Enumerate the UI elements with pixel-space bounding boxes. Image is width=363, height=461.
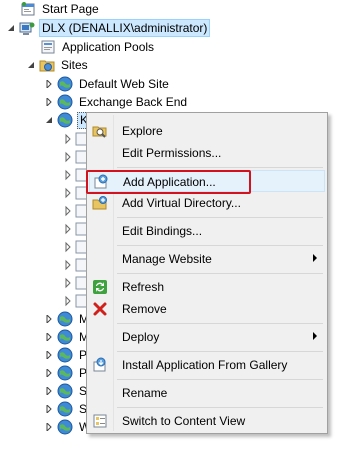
- tree-item-exchange-back-end[interactable]: Exchange Back End: [44, 93, 189, 111]
- tree-item-site[interactable]: M: [44, 310, 91, 328]
- menu-separator: [117, 379, 323, 380]
- remove-x-icon: [92, 301, 108, 317]
- menu-item-label: Explore: [122, 124, 163, 138]
- menu-item-switch-content-view[interactable]: Switch to Content View: [89, 410, 325, 432]
- menu-item-edit-permissions[interactable]: Edit Permissions...: [89, 142, 325, 164]
- tree-item-site[interactable]: S: [44, 382, 89, 400]
- menu-item-label: Manage Website: [122, 252, 212, 266]
- globe-icon: [57, 329, 73, 345]
- expand-triangle-icon[interactable]: [44, 418, 54, 436]
- add-virtual-directory-icon: [92, 195, 108, 211]
- gallery-install-icon: [92, 357, 108, 373]
- menu-item-install-from-gallery[interactable]: Install Application From Gallery: [89, 354, 325, 376]
- globe-icon: [57, 365, 73, 381]
- menu-separator: [117, 323, 323, 324]
- submenu-arrow-icon: [313, 332, 317, 340]
- menu-item-refresh[interactable]: Refresh: [89, 276, 325, 298]
- tree-label-exchange-back-end: Exchange Back End: [79, 95, 188, 109]
- menu-item-label: Edit Bindings...: [122, 224, 203, 238]
- tree-label-server: DLX (DENALLIX\administrator): [39, 19, 211, 37]
- collapse-triangle-icon[interactable]: [44, 111, 54, 129]
- tree-item-server[interactable]: DLX (DENALLIX\administrator): [6, 19, 211, 37]
- menu-separator: [117, 217, 323, 218]
- context-menu: Explore Edit Permissions... Add Applicat…: [86, 112, 328, 434]
- menu-item-label: Rename: [122, 386, 168, 400]
- tree-label-default-web-site: Default Web Site: [79, 77, 169, 91]
- expand-triangle-icon[interactable]: [44, 400, 54, 418]
- expand-triangle-icon[interactable]: [44, 328, 54, 346]
- tree-item-site[interactable]: P: [44, 346, 89, 364]
- collapse-triangle-icon[interactable]: [6, 19, 16, 37]
- refresh-icon: [92, 279, 108, 295]
- server-icon: [19, 20, 35, 36]
- menu-separator: [117, 167, 323, 168]
- tree-item-site[interactable]: S: [44, 400, 89, 418]
- globe-icon: [57, 94, 73, 110]
- menu-separator: [117, 245, 323, 246]
- menu-item-label: Refresh: [122, 280, 165, 294]
- tree-item-site[interactable]: P: [44, 364, 89, 382]
- start-page-icon: [20, 1, 36, 17]
- expand-triangle-icon[interactable]: [44, 93, 54, 111]
- globe-icon: [57, 311, 73, 327]
- tree-item-default-web-site[interactable]: Default Web Site: [44, 75, 171, 93]
- menu-item-label: Deploy: [122, 330, 160, 344]
- globe-icon: [57, 112, 73, 128]
- explore-icon: [92, 123, 108, 139]
- menu-item-label: Install Application From Gallery: [122, 358, 288, 372]
- menu-item-rename[interactable]: Rename: [89, 382, 325, 404]
- menu-item-label: Add Virtual Directory...: [122, 196, 241, 210]
- menu-item-label: Remove: [122, 302, 167, 316]
- menu-item-remove[interactable]: Remove: [89, 298, 325, 320]
- menu-separator: [117, 273, 323, 274]
- menu-item-add-virtual-directory[interactable]: Add Virtual Directory...: [89, 192, 325, 214]
- menu-item-explore[interactable]: Explore: [89, 120, 325, 142]
- expand-triangle-icon[interactable]: [44, 364, 54, 382]
- globe-icon: [57, 347, 73, 363]
- tree-item-start-page[interactable]: Start Page: [20, 0, 101, 18]
- submenu-arrow-icon: [313, 254, 317, 262]
- tree-item-sites[interactable]: Sites: [26, 56, 90, 74]
- globe-icon: [57, 401, 73, 417]
- globe-icon: [57, 419, 73, 435]
- tree-label-sites: Sites: [61, 58, 88, 72]
- sites-folder-icon: [39, 57, 55, 73]
- tree-label-app-pools: Application Pools: [62, 40, 155, 54]
- menu-item-edit-bindings[interactable]: Edit Bindings...: [89, 220, 325, 242]
- expand-triangle-icon[interactable]: [44, 310, 54, 328]
- expand-triangle-icon[interactable]: [44, 75, 54, 93]
- collapse-triangle-icon[interactable]: [26, 56, 36, 74]
- app-pools-icon: [40, 39, 56, 55]
- menu-separator: [117, 407, 323, 408]
- globe-icon: [57, 76, 73, 92]
- menu-item-deploy[interactable]: Deploy: [89, 326, 325, 348]
- globe-icon: [57, 383, 73, 399]
- menu-item-label: Edit Permissions...: [122, 146, 222, 160]
- tree-item-app-pools[interactable]: Application Pools: [40, 38, 156, 56]
- expand-triangle-icon[interactable]: [44, 382, 54, 400]
- tree-item-site[interactable]: M: [44, 328, 91, 346]
- content-view-icon: [92, 413, 108, 429]
- menu-separator: [117, 351, 323, 352]
- expand-triangle-icon[interactable]: [44, 346, 54, 364]
- menu-item-manage-website[interactable]: Manage Website: [89, 248, 325, 270]
- menu-item-label: Switch to Content View: [122, 414, 246, 428]
- highlight-annotation-box: [86, 170, 251, 194]
- tree-label-start-page: Start Page: [42, 2, 99, 16]
